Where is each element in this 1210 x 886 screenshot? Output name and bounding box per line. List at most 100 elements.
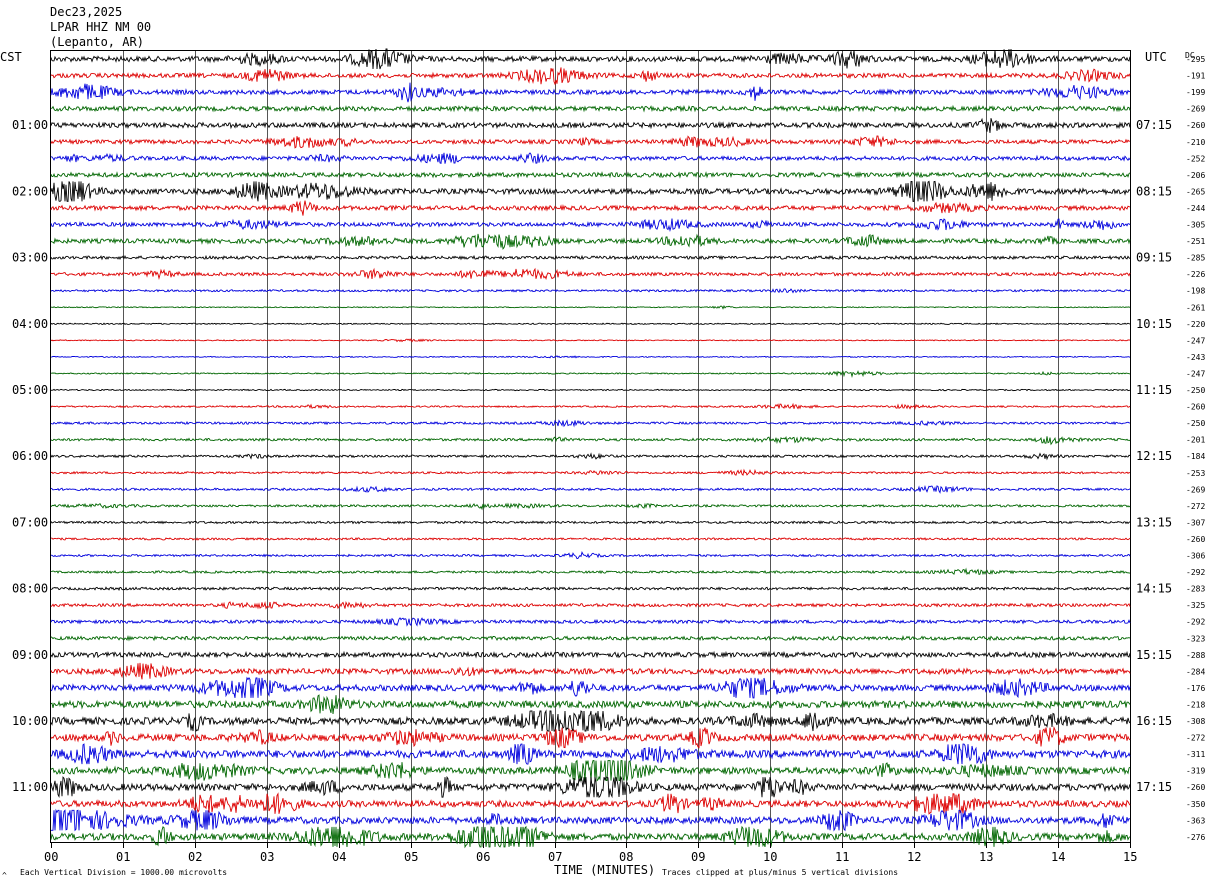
dc-offset-label: -363 — [1186, 816, 1205, 825]
dc-offset-label: -308 — [1186, 717, 1205, 726]
trace-line — [50, 676, 1131, 699]
left-hour-label: 10:00 — [12, 714, 48, 728]
dc-offset-label: -350 — [1186, 800, 1205, 809]
trace-line — [50, 537, 1131, 541]
dc-offset-label: -244 — [1186, 204, 1205, 213]
dc-offset-label: -184 — [1186, 452, 1205, 461]
dc-offset-label: -198 — [1186, 287, 1205, 296]
x-tick-label: 14 — [1051, 850, 1065, 864]
trace-line — [50, 436, 1131, 446]
trace-line — [51, 808, 1131, 832]
trace-line — [50, 104, 1131, 113]
dc-offset-label: -201 — [1186, 436, 1205, 445]
dc-offset-label: -261 — [1186, 303, 1205, 312]
dc-offset-label: -252 — [1186, 154, 1205, 163]
trace-line — [50, 67, 1131, 86]
right-hour-label: 07:15 — [1136, 118, 1172, 132]
trace-line — [50, 171, 1131, 179]
dc-offset-label: -325 — [1186, 601, 1205, 610]
left-hour-label: 03:00 — [12, 251, 48, 265]
trace-line — [50, 218, 1131, 232]
dc-offset-label: -260 — [1186, 403, 1205, 412]
x-tick-label: 07 — [548, 850, 562, 864]
trace-line — [50, 419, 1131, 428]
trace-line — [50, 337, 1131, 343]
trace-line — [50, 117, 1131, 133]
dc-offset-label: -283 — [1186, 585, 1205, 594]
dc-offset-label: -247 — [1186, 369, 1205, 378]
dc-offset-label: -306 — [1186, 552, 1205, 561]
left-hour-label: 11:00 — [12, 780, 48, 794]
x-tick-label: 10 — [763, 850, 777, 864]
dc-offset-label: -307 — [1186, 518, 1205, 527]
left-hour-label: 09:00 — [12, 648, 48, 662]
dc-offset-label: -272 — [1186, 734, 1205, 743]
dc-offset-label: -220 — [1186, 320, 1205, 329]
dc-offset-label: -243 — [1186, 353, 1205, 362]
dc-offset-label: -260 — [1186, 535, 1205, 544]
x-tick-label: 02 — [188, 850, 202, 864]
dc-offset-label: -260 — [1186, 121, 1205, 130]
dc-offset-label: -226 — [1186, 270, 1205, 279]
footer-clip-note: Traces clipped at plus/minus 5 vertical … — [662, 868, 898, 877]
dc-offset-label: -292 — [1186, 618, 1205, 627]
dc-offset-label: -210 — [1186, 138, 1205, 147]
trace-line — [50, 825, 1131, 849]
trace-line — [50, 48, 1131, 70]
dc-offset-label: -272 — [1186, 502, 1205, 511]
trace-line — [50, 180, 1131, 202]
trace-line — [50, 355, 1131, 359]
right-hour-label: 12:15 — [1136, 449, 1172, 463]
x-tick-label: 00 — [44, 850, 58, 864]
header-location: (Lepanto, AR) — [50, 35, 144, 49]
dc-offset-label: -250 — [1186, 386, 1205, 395]
left-hour-label: 01:00 — [12, 118, 48, 132]
trace-line — [50, 662, 1131, 680]
trace-line — [50, 152, 1131, 164]
right-hour-label: 09:15 — [1136, 251, 1172, 265]
dc-offset-label: -284 — [1186, 667, 1205, 676]
trace-line — [50, 402, 1131, 410]
trace-line — [50, 775, 1131, 799]
trace-line — [50, 267, 1131, 281]
trace-line — [50, 305, 1131, 310]
right-hour-label: 14:15 — [1136, 582, 1172, 596]
dc-offset-label: -253 — [1186, 469, 1205, 478]
trace-line — [50, 388, 1131, 392]
dc-offset-label: -319 — [1186, 767, 1205, 776]
dc-offset-label: -323 — [1186, 634, 1205, 643]
x-tick-label: 05 — [404, 850, 418, 864]
dc-offset-label: -269 — [1186, 105, 1205, 114]
trace-line — [50, 635, 1131, 642]
dc-offset-label: -260 — [1186, 783, 1205, 792]
right-hour-label: 15:15 — [1136, 648, 1172, 662]
trace-line — [50, 617, 1131, 627]
helicorder-plot: Dec23,2025 LPAR HHZ NM 00 (Lepanto, AR) … — [0, 5, 1205, 880]
dc-offset-label: -269 — [1186, 485, 1205, 494]
dc-offset-label: -250 — [1186, 419, 1205, 428]
dc-offset-label: -191 — [1186, 72, 1205, 81]
footer-glyph: ^ — [2, 871, 7, 880]
dc-offset-label: -251 — [1186, 237, 1205, 246]
trace-line — [50, 743, 1131, 765]
left-hour-label: 06:00 — [12, 449, 48, 463]
dc-offset-label: -247 — [1186, 336, 1205, 345]
x-tick-label: 09 — [691, 850, 705, 864]
trace-line — [50, 322, 1131, 326]
x-tick-label: 04 — [332, 850, 346, 864]
trace-line — [50, 650, 1131, 659]
left-hour-label: 08:00 — [12, 582, 48, 596]
trace-line — [50, 586, 1130, 591]
x-tick-label: 11 — [835, 850, 849, 864]
x-axis-ticks: 00 01 02 03 04 05 06 07 08 09 10 11 12 13 14 15 — [44, 843, 1137, 864]
left-timezone-label: CST — [0, 50, 22, 64]
trace-line — [50, 567, 1131, 576]
trace-line — [50, 601, 1131, 610]
seismic-traces — [50, 48, 1131, 849]
trace-line — [50, 370, 1131, 379]
trace-line — [50, 135, 1131, 149]
x-tick-label: 12 — [907, 850, 921, 864]
left-hour-label: 04:00 — [12, 317, 48, 331]
trace-line — [50, 502, 1131, 511]
trace-line — [50, 82, 1131, 103]
